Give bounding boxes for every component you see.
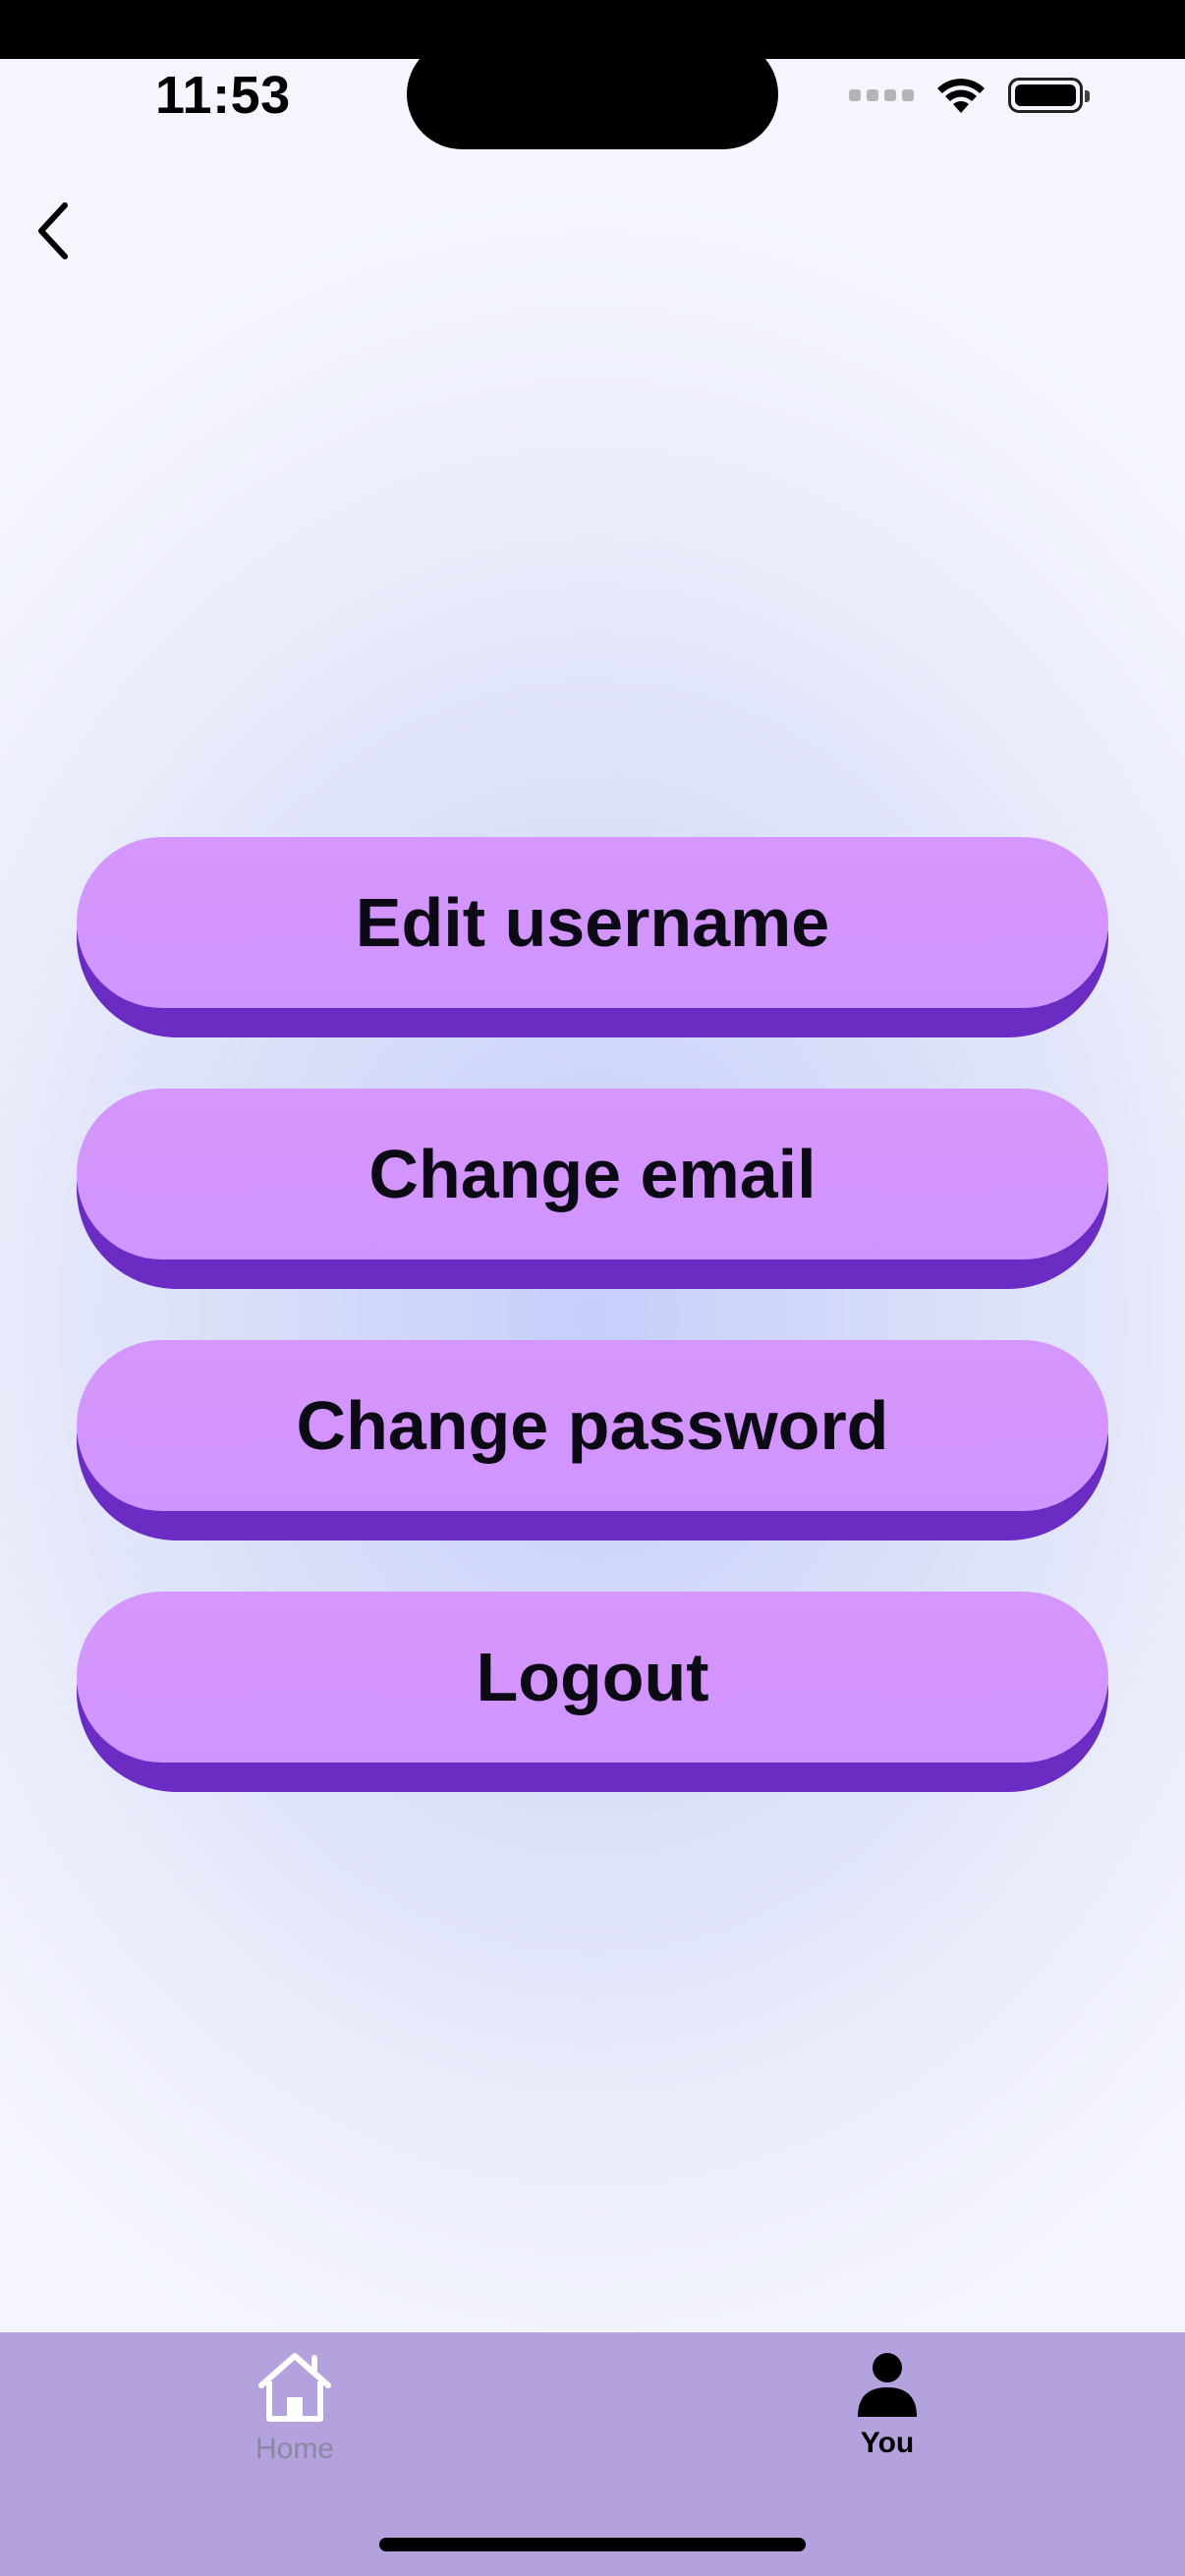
chevron-left-icon (38, 202, 68, 259)
tab-you-label: You (860, 2427, 915, 2459)
settings-screen: 11:53 Edit username Change email Change … (0, 0, 1185, 2576)
change-password-label: Change password (296, 1387, 889, 1464)
tab-you[interactable]: You (789, 2350, 986, 2497)
battery-icon (1008, 78, 1090, 113)
status-time: 11:53 (155, 66, 291, 125)
back-button[interactable] (14, 187, 92, 275)
tab-home[interactable]: Home (197, 2350, 393, 2497)
cellular-signal-icon (849, 89, 914, 101)
tab-home-label: Home (254, 2433, 335, 2465)
logout-button[interactable]: Logout (77, 1592, 1108, 1792)
change-password-button[interactable]: Change password (77, 1340, 1108, 1540)
change-email-label: Change email (368, 1136, 817, 1212)
status-icons (849, 71, 1090, 120)
account-actions: Edit username Change email Change passwo… (77, 837, 1108, 1792)
home-indicator (379, 2538, 806, 2551)
dynamic-island (407, 39, 778, 149)
home-icon (258, 2353, 331, 2422)
edit-username-button[interactable]: Edit username (77, 837, 1108, 1037)
edit-username-label: Edit username (355, 884, 830, 961)
wifi-icon (937, 79, 985, 113)
change-email-button[interactable]: Change email (77, 1089, 1108, 1289)
person-icon (858, 2353, 917, 2417)
logout-label: Logout (476, 1639, 709, 1715)
